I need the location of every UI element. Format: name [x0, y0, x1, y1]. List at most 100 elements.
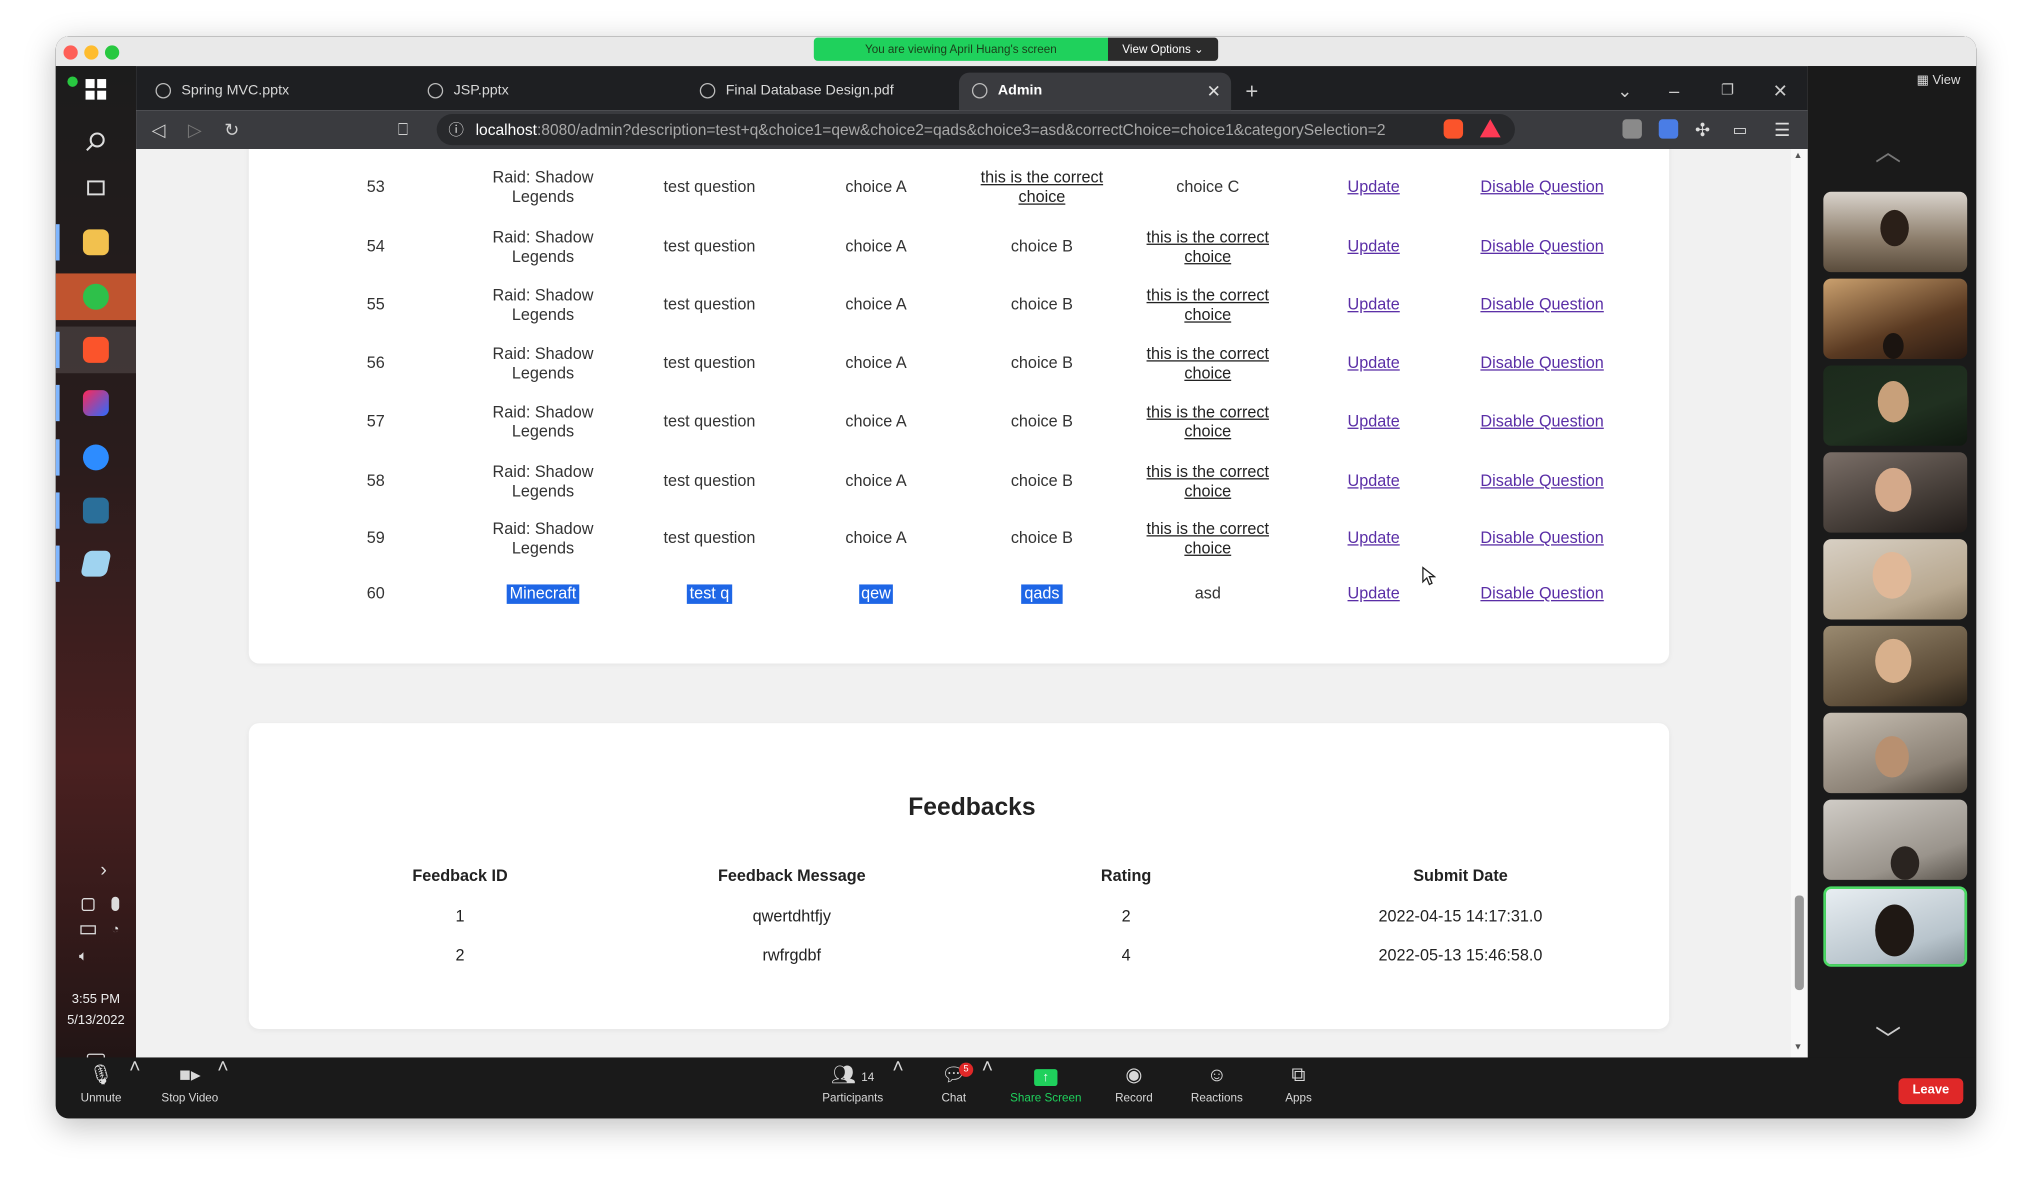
update-link[interactable]: Update — [1315, 218, 1432, 276]
record-button[interactable]: ◉ Record — [1103, 1057, 1165, 1118]
translate-extension-icon[interactable] — [1658, 119, 1679, 139]
minimize-window-button[interactable] — [84, 45, 99, 60]
update-link-text[interactable]: Update — [1348, 178, 1400, 197]
disable-question-link[interactable]: Disable Question — [1458, 452, 1626, 510]
scroll-up-arrow-icon[interactable]: ▲ — [1794, 152, 1803, 161]
reload-icon[interactable]: ↻ — [224, 110, 239, 149]
microphone-tray-icon[interactable] — [111, 896, 120, 912]
task-view-icon[interactable] — [56, 165, 136, 212]
site-info-icon[interactable]: ⓘ — [448, 114, 464, 145]
disable-question-link-text[interactable]: Disable Question — [1480, 472, 1603, 491]
audio-options-chevron-icon[interactable]: ˄ — [126, 1050, 144, 1111]
view-options-button[interactable]: View Options ⌄ — [1107, 37, 1219, 61]
taskbar-date[interactable]: 5/13/2022 — [56, 1011, 136, 1030]
zoom-app-icon[interactable] — [56, 434, 136, 481]
scrollbar-thumb[interactable] — [1794, 895, 1804, 991]
close-window-button[interactable] — [63, 45, 78, 60]
disable-question-link-text[interactable]: Disable Question — [1480, 584, 1603, 603]
reactions-button[interactable]: ☺︎ Reactions — [1183, 1057, 1250, 1118]
chat-button[interactable]: 💬︎ Chat 5 — [928, 1057, 980, 1118]
disable-question-link[interactable]: Disable Question — [1458, 509, 1626, 567]
wechat-icon[interactable] — [55, 273, 137, 321]
participants-options-chevron-icon[interactable]: ˄ — [889, 1050, 907, 1111]
brave-browser-icon[interactable] — [55, 326, 137, 374]
participant-video[interactable] — [1823, 452, 1968, 533]
file-explorer-icon[interactable] — [56, 219, 136, 266]
chat-options-chevron-icon[interactable]: ˄ — [978, 1050, 996, 1111]
intellij-icon[interactable] — [56, 380, 136, 427]
update-link[interactable]: Update — [1315, 334, 1432, 392]
update-link[interactable]: Update — [1315, 393, 1432, 451]
disable-question-link-text[interactable]: Disable Question — [1480, 178, 1603, 197]
participant-video[interactable] — [1823, 799, 1968, 880]
windows-start-icon[interactable] — [56, 66, 136, 113]
update-link-text[interactable]: Update — [1348, 295, 1400, 314]
update-link-text[interactable]: Update — [1348, 472, 1400, 491]
tab-admin[interactable]: Admin ✕ — [958, 72, 1232, 111]
participant-video[interactable] — [1823, 191, 1968, 273]
restore-browser-button[interactable]: ❐ — [1721, 73, 1734, 111]
update-link[interactable]: Update — [1315, 276, 1432, 334]
disable-question-link-text[interactable]: Disable Question — [1480, 354, 1603, 373]
disable-question-link[interactable]: Disable Question — [1458, 276, 1626, 334]
minimize-browser-button[interactable]: – — [1669, 73, 1679, 111]
update-link[interactable]: Update — [1315, 509, 1432, 567]
update-link-text[interactable]: Update — [1348, 237, 1400, 256]
disable-question-link[interactable]: Disable Question — [1458, 334, 1626, 392]
update-link-text[interactable]: Update — [1348, 412, 1400, 431]
leave-button[interactable]: Leave — [1898, 1078, 1964, 1105]
close-browser-button[interactable]: ✕ — [1773, 73, 1788, 111]
taskbar-time[interactable]: 3:55 PM — [56, 990, 136, 1009]
maximize-window-button[interactable] — [104, 45, 120, 60]
menu-icon[interactable]: ☰ — [1774, 110, 1790, 149]
participant-video[interactable] — [1823, 278, 1968, 359]
new-tab-button[interactable]: + — [1245, 73, 1258, 111]
participant-video[interactable] — [1823, 625, 1968, 707]
view-button[interactable]: ▦ View — [1917, 74, 1961, 88]
scroll-down-arrow-icon[interactable]: ▼ — [1794, 1043, 1803, 1052]
update-link-text[interactable]: Update — [1348, 529, 1400, 548]
address-bar[interactable]: ⓘ localhost:8080/admin?description=test+… — [436, 114, 1515, 146]
brave-rewards-icon[interactable] — [1479, 119, 1501, 138]
participants-button[interactable]: 👥︎ 14 Participants — [814, 1057, 892, 1118]
unmute-button[interactable]: 🎙︎ Unmute — [69, 1057, 134, 1118]
back-icon[interactable]: ◁ — [152, 110, 166, 149]
disable-question-link[interactable]: Disable Question — [1458, 218, 1626, 276]
brave-shields-icon[interactable] — [1443, 119, 1464, 139]
apps-button[interactable]: ⧉ Apps — [1274, 1057, 1323, 1118]
forward-icon[interactable]: ▷ — [188, 110, 202, 149]
update-link-text[interactable]: Update — [1348, 354, 1400, 373]
extensions-puzzle-icon[interactable]: ✣ — [1695, 110, 1710, 149]
tab-search-chevron-icon[interactable]: ⌄ — [1617, 73, 1632, 111]
participant-video[interactable] — [1823, 712, 1968, 794]
battery-icon[interactable] — [80, 925, 96, 935]
mysql-workbench-icon[interactable] — [56, 487, 136, 534]
tab-final-database-design[interactable]: Final Database Design.pdf — [687, 73, 959, 111]
wifi-icon[interactable]: ◔ — [111, 923, 119, 937]
update-link[interactable]: Update — [1315, 565, 1432, 623]
search-icon[interactable] — [56, 118, 136, 165]
update-link-text[interactable]: Update — [1348, 584, 1400, 603]
tab-jsp[interactable]: JSP.pptx — [415, 73, 687, 111]
video-options-chevron-icon[interactable]: ˄ — [214, 1050, 232, 1111]
extension-k-icon[interactable] — [1622, 119, 1642, 139]
notes-app-icon[interactable] — [56, 540, 136, 587]
update-link[interactable]: Update — [1315, 158, 1432, 216]
disable-question-link[interactable]: Disable Question — [1458, 393, 1626, 451]
close-tab-icon[interactable]: ✕ — [1207, 73, 1221, 111]
scroll-up-chevron-icon[interactable]: ︿ — [1875, 131, 1901, 169]
bookmark-icon[interactable]: ⎕ — [398, 110, 408, 149]
disable-question-link-text[interactable]: Disable Question — [1480, 295, 1603, 314]
show-hidden-icons-chevron-icon[interactable]: › — [71, 857, 136, 883]
participant-video[interactable] — [1823, 365, 1968, 446]
tab-spring-mvc[interactable]: Spring MVC.pptx — [143, 73, 415, 111]
disable-question-link-text[interactable]: Disable Question — [1480, 529, 1603, 548]
disable-question-link[interactable]: Disable Question — [1458, 565, 1626, 623]
volume-icon[interactable]: 🔈︎ — [79, 949, 88, 966]
update-link[interactable]: Update — [1315, 452, 1432, 510]
participant-video[interactable] — [1823, 539, 1968, 620]
disable-question-link-text[interactable]: Disable Question — [1480, 412, 1603, 431]
phone-link-icon[interactable] — [81, 898, 95, 912]
wallet-icon[interactable]: ▭ — [1733, 110, 1748, 149]
scroll-down-chevron-icon[interactable]: ﹀ — [1875, 1019, 1901, 1057]
